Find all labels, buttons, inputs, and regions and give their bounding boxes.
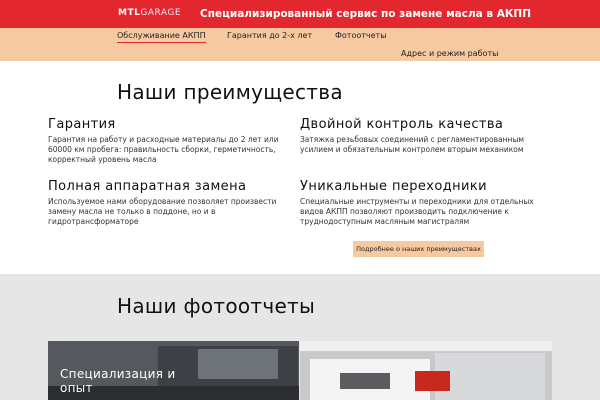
advantage-desc-adapters: Специальные инструменты и переходники дл…: [300, 197, 534, 226]
nav-item-warranty[interactable]: Гарантия до 2-х лет: [227, 31, 312, 40]
advantages-title: Наши преимущества: [117, 80, 343, 104]
advantage-title-replacement: Полная аппаратная замена: [48, 179, 247, 194]
photo-reports-title: Наши фотоотчеты: [117, 294, 316, 318]
car-engine-photo-image: [300, 341, 552, 400]
advantage-title-adapters: Уникальные переходники: [300, 179, 487, 194]
advantage-title-quality: Двойной контроль качества: [300, 117, 504, 132]
top-header-bar: MTLGARAGE Специализированный сервис по з…: [0, 0, 600, 28]
site-logo[interactable]: MTLGARAGE: [118, 8, 181, 18]
nav-item-address[interactable]: Адрес и режим работы: [401, 49, 498, 58]
photo-card-service-bay[interactable]: [300, 341, 552, 400]
nav-item-photos[interactable]: Фотоотчеты: [335, 31, 387, 40]
more-advantages-button[interactable]: Подробнее о наших преимуществах: [353, 241, 484, 257]
advantage-desc-warranty: Гарантия на работу и расходные материалы…: [48, 135, 279, 164]
advantage-desc-quality: Затяжка резьбовых соединений с регламент…: [300, 135, 525, 154]
photo-card-specialization[interactable]: Специализация и опыт: [48, 341, 299, 400]
photo-caption-specialization: Специализация и опыт: [60, 367, 176, 395]
advantage-title-warranty: Гарантия: [48, 117, 116, 132]
advantage-desc-replacement: Используемое нами оборудование позволяет…: [48, 197, 277, 226]
logo-thin-text: GARAGE: [140, 8, 182, 18]
site-tagline: Специализированный сервис по замене масл…: [200, 8, 531, 20]
nav-item-service[interactable]: Обслуживание АКПП: [117, 31, 206, 43]
logo-bold-text: MTL: [118, 8, 141, 18]
main-nav: Обслуживание АКПП Гарантия до 2-х лет Фо…: [0, 28, 600, 61]
